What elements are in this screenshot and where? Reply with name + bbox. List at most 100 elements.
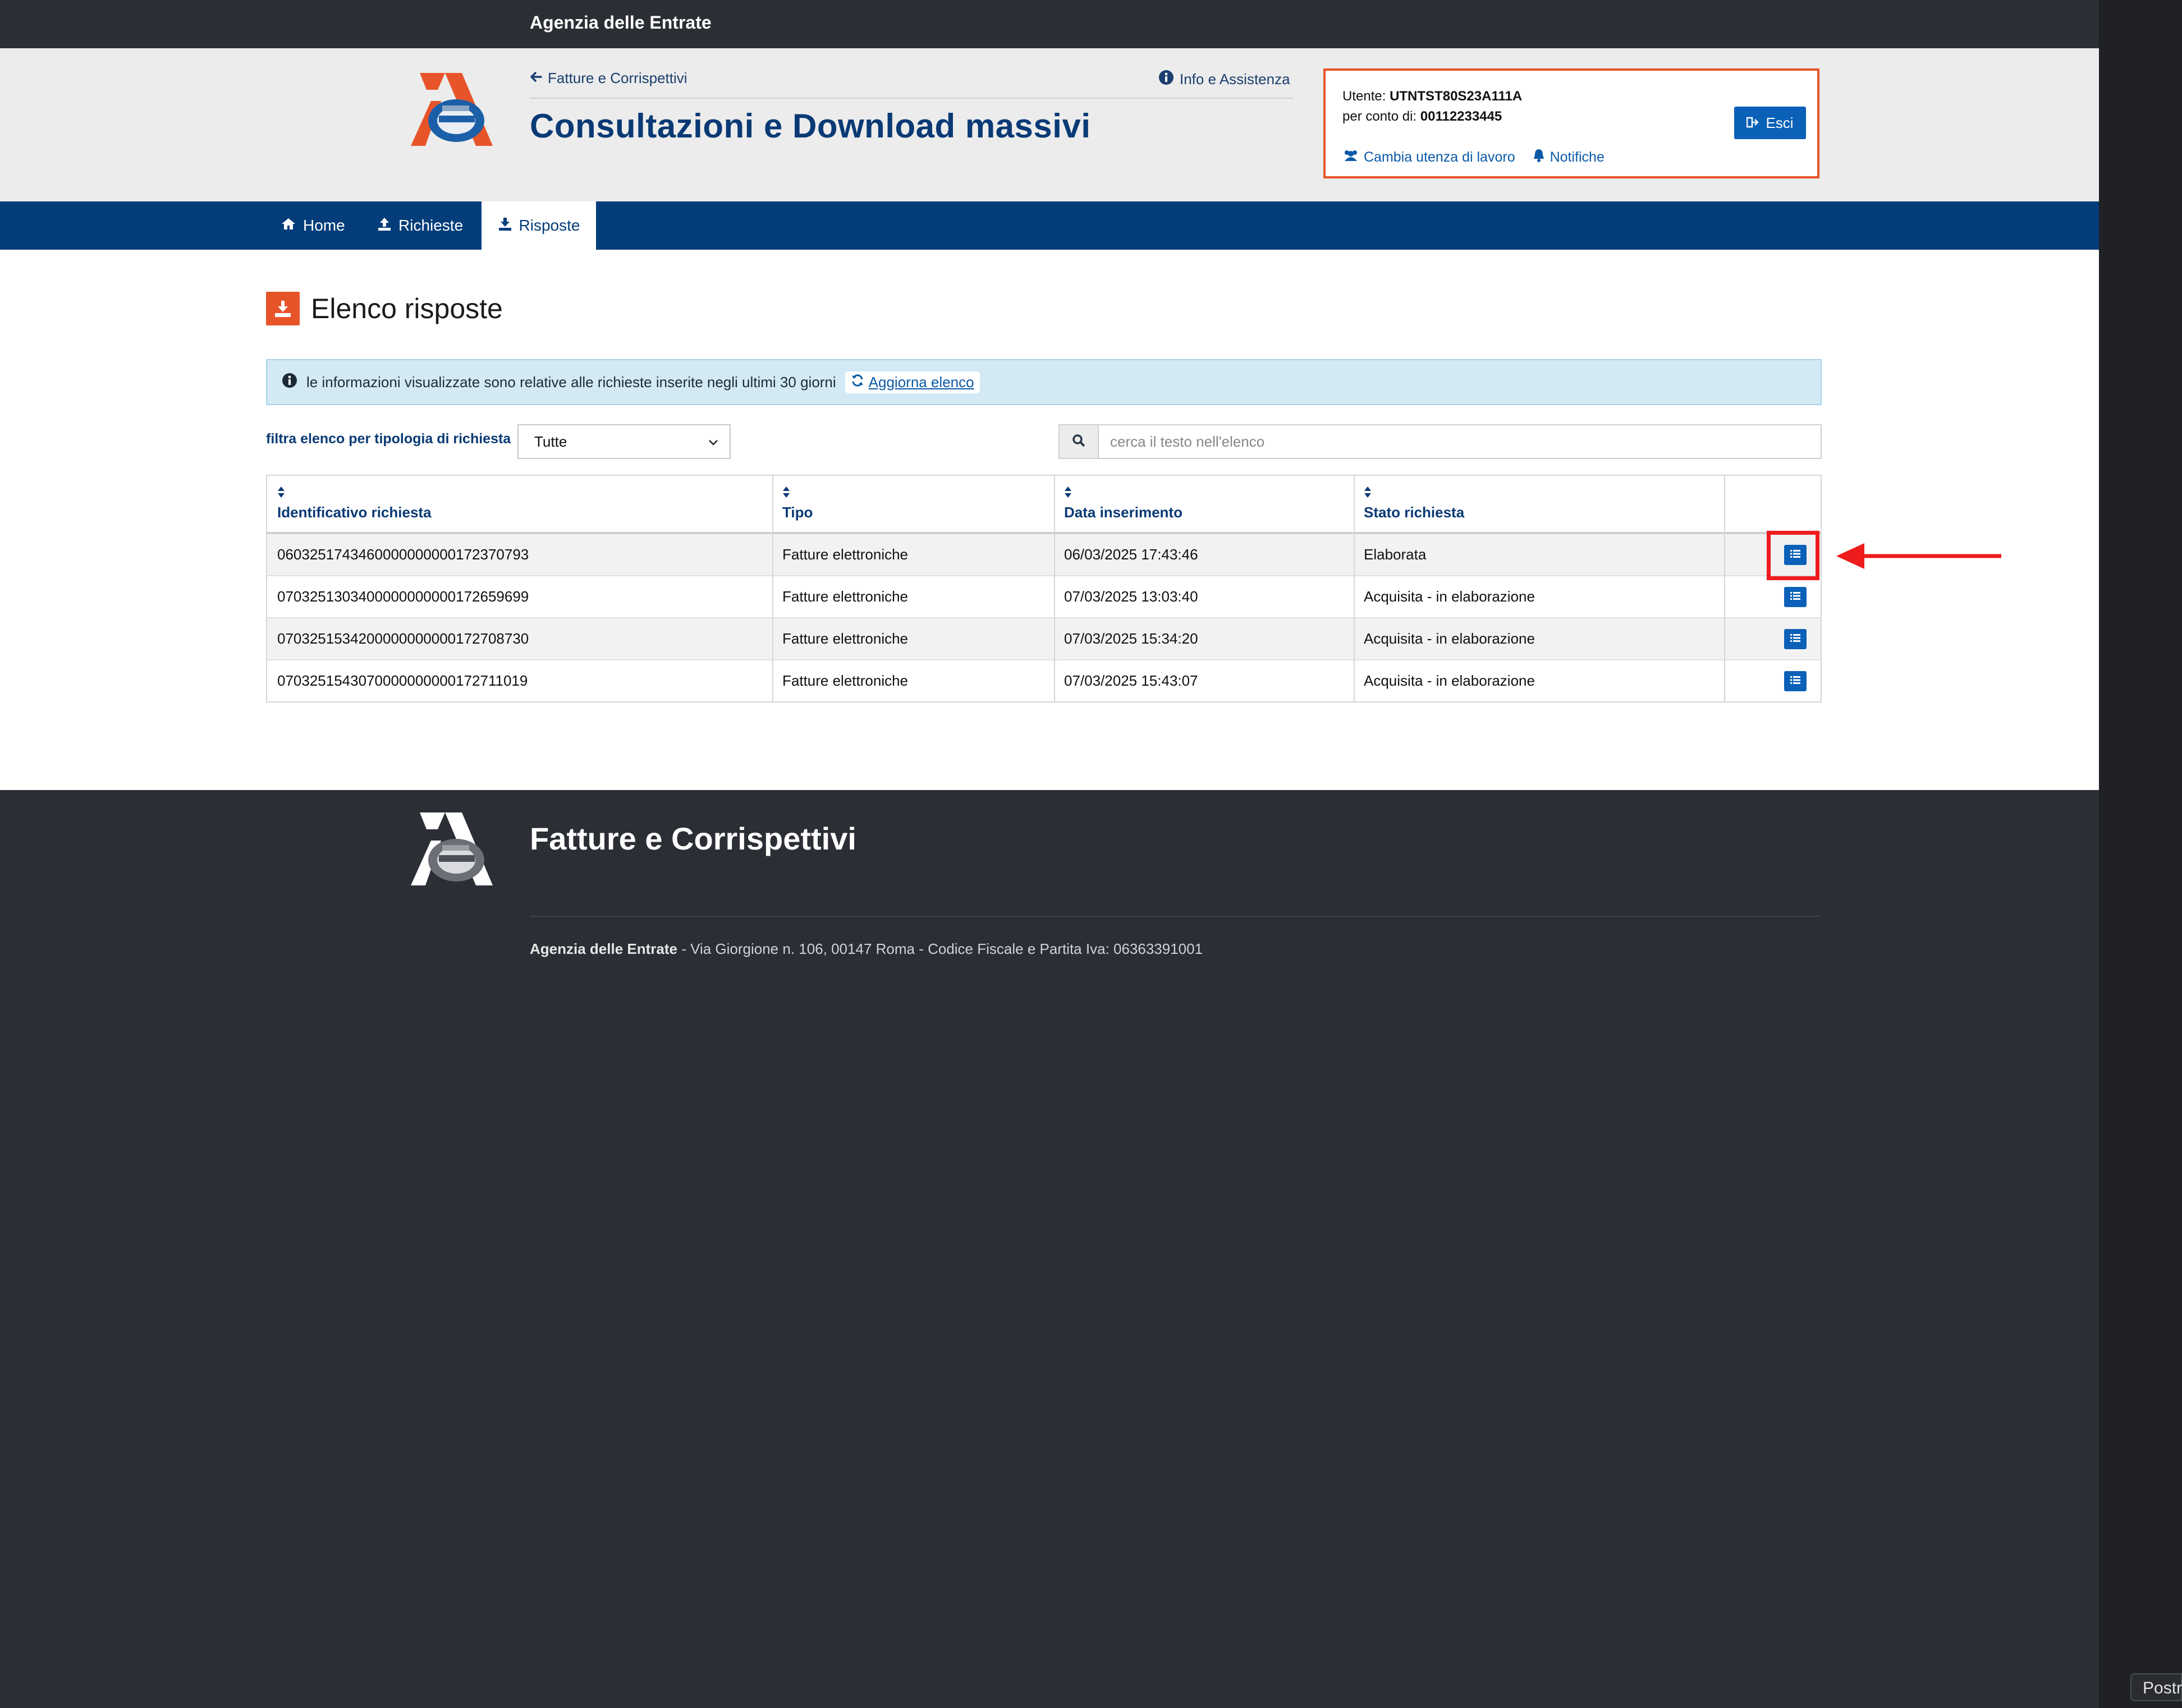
list-icon: [1789, 674, 1802, 688]
table-row: 0603251743460000000000172370793 Fatture …: [267, 534, 1821, 576]
top-bar: Agenzia delle Entrate: [0, 0, 2099, 48]
info-assistenza-link[interactable]: Info e Assistenza: [1158, 70, 1290, 89]
upload-icon: [377, 217, 392, 235]
cell-tipo: Fatture elettroniche: [782, 546, 909, 563]
account-value: 00112233445: [1420, 109, 1502, 124]
nav-item-risposte[interactable]: Risposte: [482, 201, 596, 250]
column-divider: [772, 476, 773, 701]
search-icon: [1071, 433, 1086, 451]
cell-stato: Acquisita - in elaborazione: [1364, 672, 1535, 689]
info-circle-icon: [282, 373, 297, 392]
responses-table: Identificativo richiesta Tipo Data inser…: [266, 475, 1822, 703]
column-header-label: Data inserimento: [1064, 504, 1182, 521]
nav-home-label: Home: [303, 217, 345, 234]
footer-address-text: - Via Giorgione n. 106, 00147 Roma - Cod…: [677, 940, 1203, 957]
info-alert: le informazioni visualizzate sono relati…: [266, 359, 1822, 405]
notifications-label: Notifiche: [1550, 149, 1605, 165]
change-user-link[interactable]: Cambia utenza di lavoro: [1342, 148, 1515, 167]
logout-label: Esci: [1766, 114, 1794, 131]
footer-title: Fatture e Corrispettivi: [530, 821, 856, 856]
download-icon: [498, 217, 512, 235]
info-link-label: Info e Assistenza: [1180, 71, 1290, 88]
sort-icon: [277, 486, 285, 501]
cell-id: 0703251303400000000000172659699: [277, 588, 529, 605]
alert-text: le informazioni visualizzate sono relati…: [306, 373, 836, 391]
logout-button[interactable]: Esci: [1734, 107, 1806, 139]
cell-data: 07/03/2025 15:34:20: [1064, 630, 1198, 647]
notifications-link[interactable]: Notifiche: [1532, 148, 1605, 167]
cell-tipo: Fatture elettroniche: [782, 588, 909, 605]
footer: Fatture e Corrispettivi Agenzia delle En…: [0, 790, 2099, 1708]
type-filter-select[interactable]: Tutte: [517, 424, 731, 459]
account-label: per conto di:: [1342, 109, 1417, 124]
cell-data: 07/03/2025 13:03:40: [1064, 588, 1198, 605]
list-icon: [1789, 590, 1802, 604]
column-header-label: Identificativo richiesta: [277, 504, 432, 521]
side-panel: [2099, 0, 2182, 1708]
sort-icon: [782, 486, 790, 501]
footer-divider: [530, 916, 1821, 917]
cell-id: 0703251534200000000000172708730: [277, 630, 529, 647]
cell-stato: Elaborata: [1364, 546, 1427, 563]
home-icon: [281, 217, 296, 235]
details-button[interactable]: [1784, 671, 1807, 691]
footer-address: Agenzia delle Entrate - Via Giorgione n.…: [530, 940, 1203, 958]
chevron-down-icon: [707, 435, 719, 453]
page-title: Elenco risposte: [311, 293, 503, 324]
filter-selected-value: Tutte: [534, 433, 567, 450]
cell-stato: Acquisita - in elaborazione: [1364, 630, 1535, 647]
back-link-fatture[interactable]: Fatture e Corrispettivi: [530, 70, 687, 87]
cell-id: 0703251543070000000000172711019: [277, 672, 528, 689]
nav-item-richieste[interactable]: Richieste: [377, 201, 463, 250]
user-line: Utente: UTNTST80S23A111A: [1342, 89, 1522, 104]
annotation-arrow-icon: [1836, 543, 2001, 569]
table-row: 0703251303400000000000172659699 Fatture …: [267, 576, 1821, 618]
column-header-label: Stato richiesta: [1364, 504, 1465, 521]
column-divider: [1354, 476, 1355, 701]
cell-id: 0603251743460000000000172370793: [277, 546, 529, 563]
search-input[interactable]: [1099, 425, 1817, 458]
table-row: 0703251543070000000000172711019 Fatture …: [267, 660, 1821, 703]
refresh-list-link[interactable]: Aggiorna elenco: [845, 371, 980, 393]
app-window: Agenzia delle Entrate Fatture e Corrispe…: [0, 0, 2099, 1708]
details-button[interactable]: [1784, 587, 1807, 607]
nav-risposte-label: Risposte: [519, 217, 580, 234]
table-row: 0703251534200000000000172708730 Fatture …: [267, 618, 1821, 660]
details-button[interactable]: [1784, 629, 1807, 649]
column-divider: [1724, 476, 1725, 701]
search-button[interactable]: [1060, 425, 1099, 458]
agency-logo: [411, 73, 493, 146]
download-page-icon: [266, 292, 300, 325]
sort-icon: [1364, 486, 1372, 501]
user-links: Cambia utenza di lavoro Notifiche: [1342, 148, 1605, 167]
side-panel-tab[interactable]: Postr: [2130, 1673, 2182, 1701]
list-icon: [1789, 632, 1802, 646]
account-line: per conto di: 00112233445: [1342, 109, 1502, 125]
refresh-label: Aggiorna elenco: [868, 373, 974, 391]
nav-item-home[interactable]: Home: [281, 201, 345, 250]
page-app-title: Consultazioni e Download massivi: [530, 107, 1091, 145]
cell-data: 07/03/2025 15:43:07: [1064, 672, 1198, 689]
header-divider: [530, 98, 1293, 99]
cell-stato: Acquisita - in elaborazione: [1364, 588, 1535, 605]
arrow-left-icon: [530, 70, 542, 87]
main-nav: Home Richieste Risposte: [0, 201, 2099, 250]
page-heading: Elenco risposte: [266, 292, 503, 325]
nav-richieste-label: Richieste: [398, 217, 464, 234]
filter-label: filtra elenco per tipologia di richiesta: [266, 431, 511, 447]
user-label: Utente:: [1342, 89, 1386, 104]
change-user-label: Cambia utenza di lavoro: [1364, 149, 1515, 165]
annotation-highlight-box: [1767, 531, 1819, 580]
cell-data: 06/03/2025 17:43:46: [1064, 546, 1198, 563]
cell-tipo: Fatture elettroniche: [782, 672, 909, 689]
sign-out-icon: [1746, 114, 1760, 132]
search-box: [1058, 424, 1822, 459]
users-icon: [1342, 149, 1359, 166]
sort-icon: [1064, 486, 1072, 501]
column-header-label: Tipo: [782, 504, 813, 521]
user-value: UTNTST80S23A111A: [1390, 89, 1523, 104]
cell-tipo: Fatture elettroniche: [782, 630, 909, 647]
info-icon: [1158, 70, 1174, 89]
back-link-label: Fatture e Corrispettivi: [548, 70, 687, 86]
footer-agency-logo: [411, 812, 493, 885]
